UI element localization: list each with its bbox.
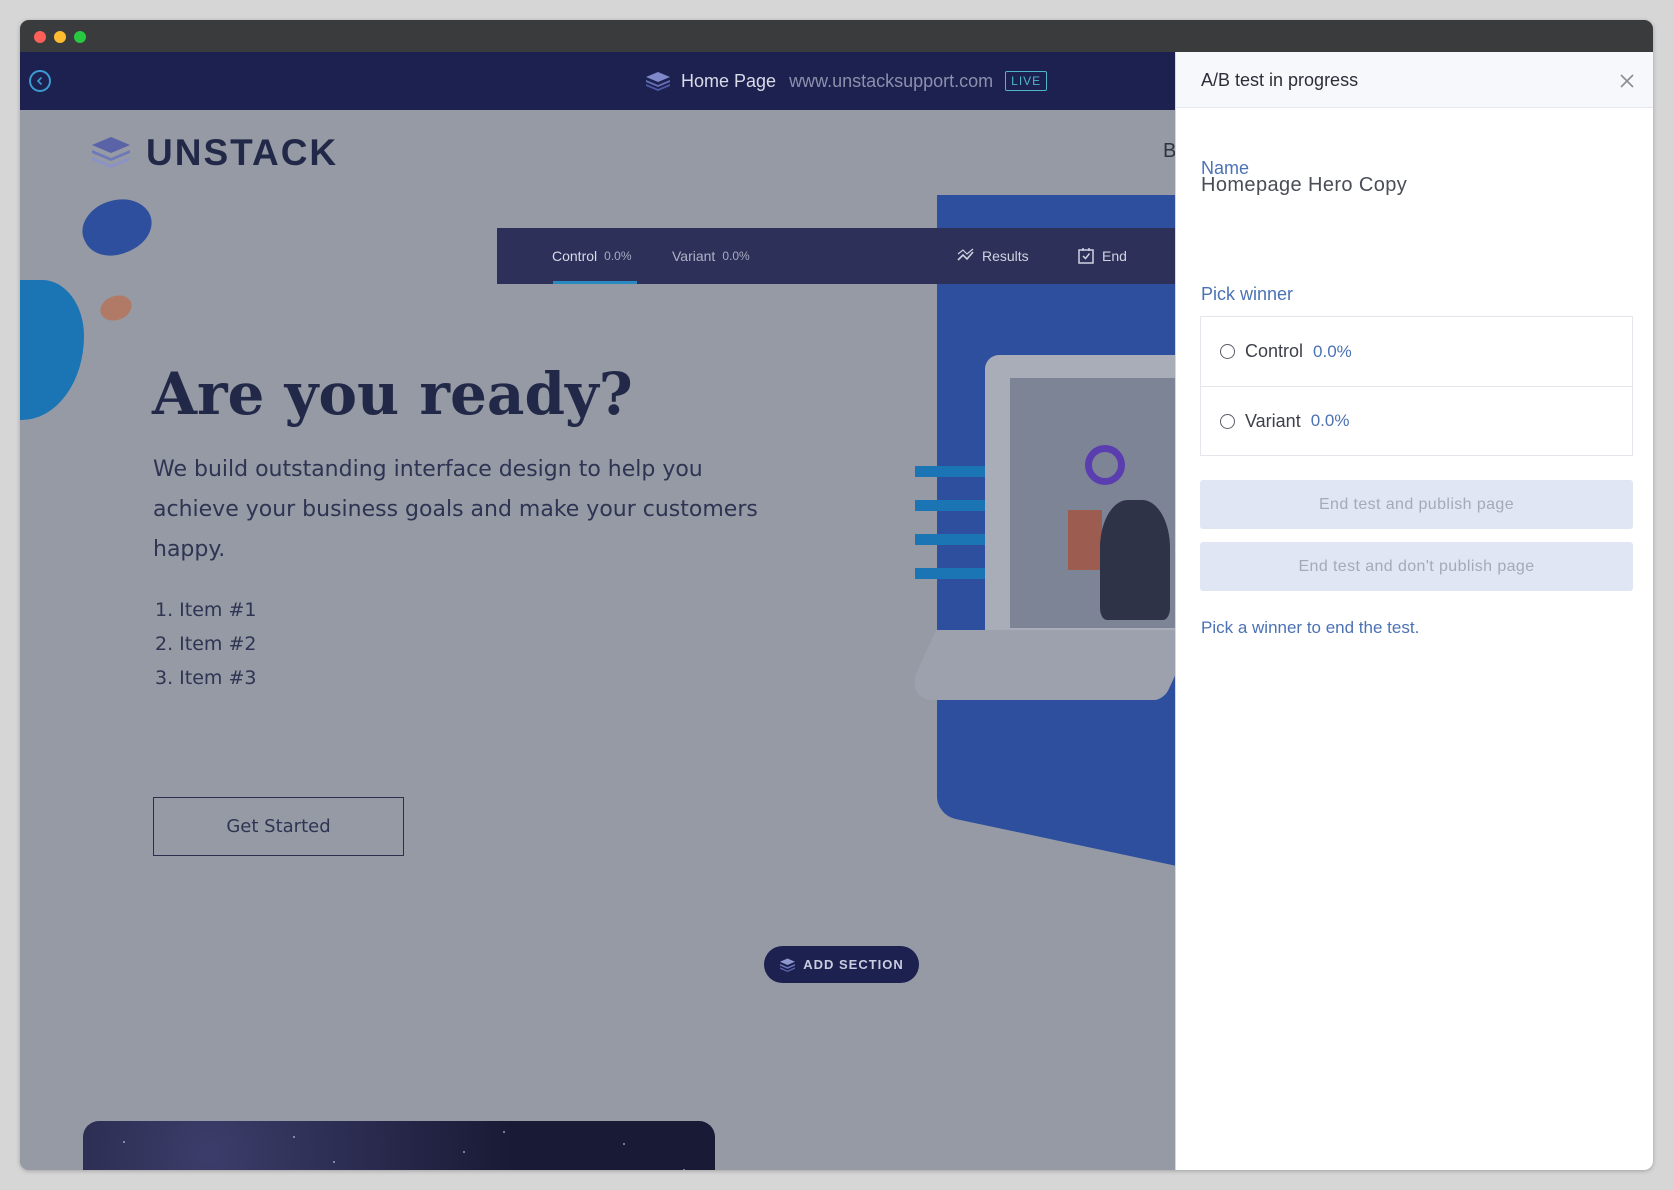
list-item: 2. Item #2 bbox=[155, 633, 257, 655]
unstack-logo-icon bbox=[92, 137, 130, 168]
hero-headline: Are you ready? bbox=[152, 360, 633, 428]
unstack-logo-icon bbox=[780, 958, 796, 972]
page-info: Home Page www.unstacksupport.com LIVE bbox=[645, 52, 1048, 110]
decor-blob-blue bbox=[20, 280, 84, 420]
close-icon[interactable] bbox=[1617, 71, 1637, 91]
end-button[interactable]: End bbox=[1077, 228, 1127, 284]
back-arrow-icon bbox=[36, 76, 43, 86]
decor-chair bbox=[1068, 510, 1102, 570]
status-badge: LIVE bbox=[1005, 71, 1048, 91]
option-variant[interactable]: Variant 0.0% bbox=[1201, 386, 1632, 455]
decor-blob-navy bbox=[73, 187, 161, 267]
decor-stripe bbox=[915, 500, 987, 511]
panel-title: A/B test in progress bbox=[1201, 70, 1359, 90]
minimize-window-dot[interactable] bbox=[54, 31, 66, 43]
panel-header: A/B test in progress bbox=[1176, 52, 1653, 108]
hero-list: 1. Item #1 2. Item #2 3. Item #3 bbox=[155, 593, 256, 695]
decor-stripe bbox=[915, 568, 987, 579]
results-icon bbox=[957, 248, 974, 261]
option-control[interactable]: Control 0.0% bbox=[1201, 317, 1632, 386]
radio-icon[interactable] bbox=[1220, 413, 1235, 429]
decor-stripe bbox=[915, 466, 987, 477]
test-name-value: Homepage Hero Copy bbox=[1201, 174, 1408, 196]
end-icon bbox=[1078, 248, 1094, 264]
back-button[interactable] bbox=[29, 70, 51, 92]
get-started-button[interactable]: Get Started bbox=[153, 797, 404, 856]
decor-blob-orange bbox=[96, 291, 136, 325]
star bbox=[123, 1141, 125, 1143]
list-item: 1. Item #1 bbox=[155, 599, 257, 621]
laptop-base bbox=[903, 630, 1175, 700]
list-item: 3. Item #3 bbox=[155, 667, 257, 689]
tab-variant[interactable]: Variant 0.0% bbox=[672, 228, 750, 284]
decor-stripe bbox=[915, 534, 987, 545]
option-percentage: 0.0% bbox=[1310, 411, 1350, 430]
star bbox=[503, 1131, 505, 1133]
results-button[interactable]: Results bbox=[957, 228, 1029, 284]
option-label: Variant bbox=[1245, 410, 1301, 431]
add-section-button[interactable]: ADD SECTION bbox=[764, 946, 919, 983]
tab-percentage: 0.0% bbox=[722, 249, 750, 263]
star bbox=[683, 1169, 685, 1170]
star bbox=[623, 1143, 625, 1145]
unstack-logo-icon bbox=[646, 72, 670, 91]
winner-options: Control 0.0% Variant 0.0% bbox=[1200, 316, 1633, 456]
space-image-card bbox=[83, 1121, 715, 1170]
hint-text: Pick a winner to end the test. bbox=[1201, 618, 1420, 637]
tab-control[interactable]: Control 0.0% bbox=[552, 228, 632, 284]
radio-icon[interactable] bbox=[1220, 344, 1235, 359]
results-label: Results bbox=[982, 248, 1029, 264]
star bbox=[293, 1136, 295, 1138]
option-percentage: 0.0% bbox=[1313, 341, 1352, 361]
ab-test-bar: Control 0.0% Variant 0.0% Results End bbox=[497, 228, 1175, 284]
brand-name: UNSTACK bbox=[146, 132, 339, 173]
page-url[interactable]: www.unstacksupport.com bbox=[789, 71, 993, 92]
tab-label: Variant bbox=[672, 248, 716, 264]
hero-subtext: We build outstanding interface design to… bbox=[153, 457, 758, 562]
option-label: Control bbox=[1245, 341, 1304, 361]
page-name: Home Page bbox=[681, 70, 777, 91]
end-and-publish-button[interactable]: End test and publish page bbox=[1200, 480, 1633, 529]
pick-winner-label: Pick winner bbox=[1201, 284, 1294, 304]
page-canvas: UNSTACK B Control 0.0% Variant 0.0% Resu… bbox=[20, 110, 1175, 1170]
browser-window: Home Page www.unstacksupport.com LIVE UN… bbox=[20, 20, 1653, 1170]
active-tab-indicator bbox=[553, 281, 637, 284]
star bbox=[333, 1161, 335, 1163]
person-illustration bbox=[1100, 500, 1170, 620]
end-without-publish-button[interactable]: End test and don't publish page bbox=[1200, 542, 1633, 591]
close-window-dot[interactable] bbox=[34, 31, 46, 43]
window-titlebar bbox=[20, 20, 1653, 52]
decor-ring bbox=[1085, 445, 1125, 485]
end-label: End bbox=[1102, 248, 1127, 264]
add-section-label: ADD SECTION bbox=[803, 957, 904, 972]
nav-partial[interactable]: B bbox=[1163, 140, 1175, 163]
site-logo[interactable]: UNSTACK bbox=[90, 132, 338, 174]
star bbox=[463, 1151, 465, 1153]
maximize-window-dot[interactable] bbox=[74, 31, 86, 43]
editor-topbar: Home Page www.unstacksupport.com LIVE bbox=[20, 52, 1175, 110]
tab-label: Control bbox=[552, 248, 598, 264]
tab-percentage: 0.0% bbox=[604, 249, 632, 263]
ab-test-panel: A/B test in progress Name Homepage Hero … bbox=[1175, 52, 1653, 1170]
